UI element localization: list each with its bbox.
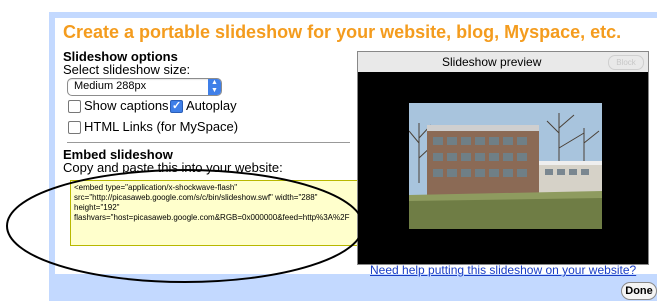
autoplay-label: Autoplay: [186, 98, 237, 113]
preview-title: Slideshow preview: [442, 55, 542, 69]
size-label: Select slideshow size:: [63, 62, 191, 77]
done-button[interactable]: Done: [621, 282, 657, 300]
dialog-title: Create a portable slideshow for your web…: [63, 22, 622, 42]
select-arrows-icon: ▲ ▼: [208, 79, 221, 95]
html-links-label: HTML Links (for MySpace): [84, 119, 239, 134]
slideshow-size-select[interactable]: Medium 288px ▲ ▼: [67, 78, 222, 96]
section-divider: [67, 142, 350, 143]
embed-code-field[interactable]: <embed type="application/x-shockwave-fla…: [70, 180, 363, 246]
show-captions-label: Show captions: [84, 98, 169, 113]
html-links-checkbox[interactable]: [68, 121, 81, 134]
embed-instruction: Copy and paste this into your website:: [63, 160, 283, 175]
block-button[interactable]: Block: [608, 55, 644, 70]
help-link[interactable]: Need help putting this slideshow on your…: [370, 263, 636, 277]
slideshow-dialog: Create a portable slideshow for your web…: [49, 12, 657, 301]
dialog-content: Create a portable slideshow for your web…: [55, 18, 657, 277]
size-select-value: Medium 288px: [74, 80, 147, 92]
show-captions-checkbox[interactable]: [68, 100, 81, 113]
slideshow-preview: Slideshow preview Block: [357, 51, 649, 265]
preview-photo: [409, 103, 602, 229]
autoplay-checkbox[interactable]: [170, 99, 183, 113]
preview-header: Slideshow preview Block: [358, 52, 648, 72]
building-photo-image: [409, 103, 602, 229]
